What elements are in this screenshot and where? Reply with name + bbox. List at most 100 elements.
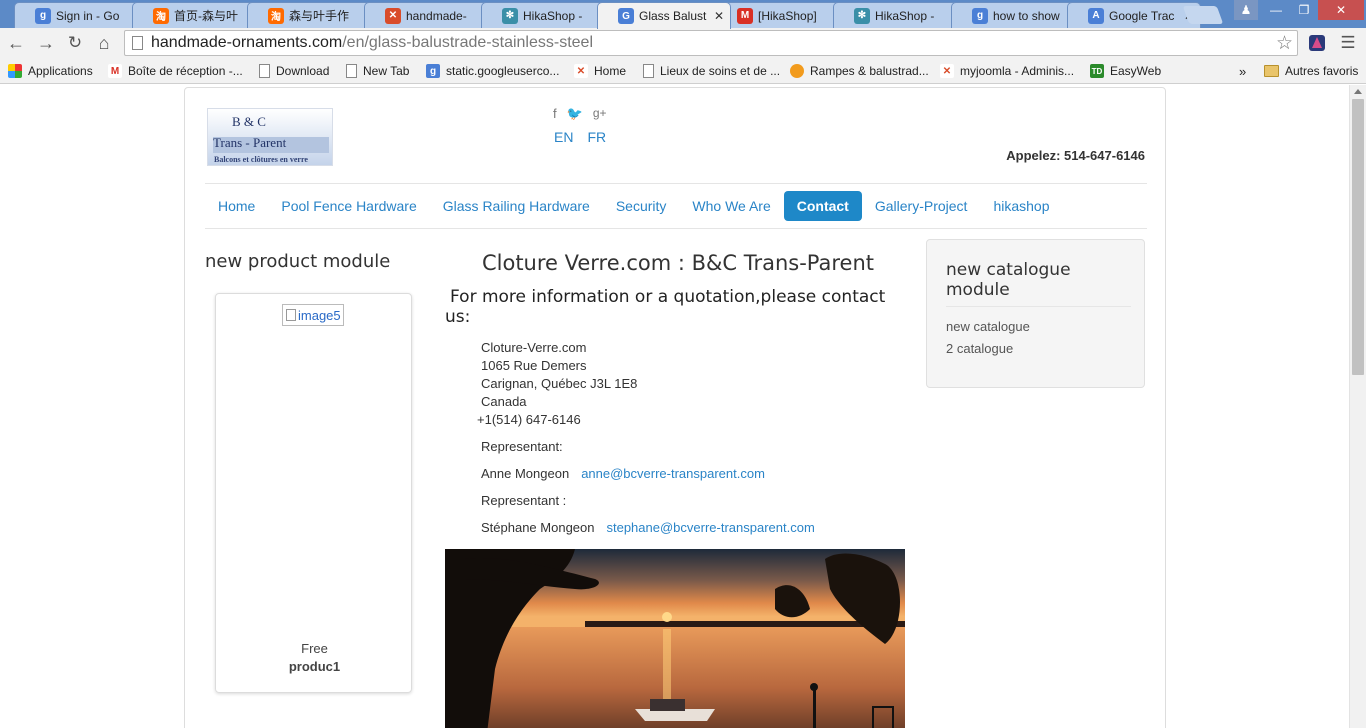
browser-tab[interactable]: 淘首页-森与叶✕ — [132, 2, 266, 28]
product-image-broken[interactable]: image5 — [282, 304, 344, 326]
new-tab-button[interactable] — [1182, 6, 1224, 24]
menu-item-glass-railing-hardware[interactable]: Glass Railing Hardware — [430, 191, 603, 221]
catalogue-item[interactable]: 2 catalogue — [946, 341, 1013, 356]
profile-icon[interactable]: ♟ — [1234, 0, 1258, 20]
menu-item-hikashop[interactable]: hikashop — [980, 191, 1062, 221]
browser-tab[interactable]: ✻HikaShop -✕ — [481, 2, 615, 28]
tab-strip: gSign in - Go✕淘首页-森与叶✕淘森与叶手作✕✕handmade-✕… — [0, 0, 1366, 29]
bookmark-item[interactable]: ✕ myjoomla - Adminis... — [940, 62, 1074, 80]
browser-tab[interactable]: gSign in - Go✕ — [14, 2, 148, 28]
logo-text-bottom: Trans - Parent — [213, 135, 287, 150]
tab-title: HikaShop - — [523, 8, 583, 23]
product-price: Free — [301, 641, 328, 656]
twitter-icon[interactable]: 🐦 — [567, 106, 583, 122]
other-bookmarks-folder[interactable]: Autres favoris — [1264, 62, 1358, 80]
tab-title: handmade- — [406, 8, 467, 23]
catalogue-item[interactable]: new catalogue — [946, 319, 1030, 334]
home-button[interactable]: ⌂ — [92, 31, 116, 55]
rep-label-1: Representant: — [481, 439, 563, 454]
menu-item-who-we-are[interactable]: Who We Are — [679, 191, 783, 221]
tab-title: [HikaShop] — [758, 8, 817, 23]
browser-tab[interactable]: ✻HikaShop -✕ — [833, 2, 967, 28]
bookmark-star-icon[interactable]: ☆ — [1276, 32, 1293, 55]
product-name[interactable]: produc1 — [216, 659, 413, 674]
google-plus-icon[interactable]: g+ — [593, 106, 607, 122]
browser-tab[interactable]: AGoogle Trac✕ — [1067, 2, 1201, 28]
lang-fr-link[interactable]: FR — [587, 129, 606, 145]
menu-item-contact[interactable]: Contact — [783, 191, 862, 221]
bookmarks-overflow-button[interactable]: » — [1239, 62, 1246, 80]
joomla-icon: ✕ — [385, 7, 401, 24]
maximize-button[interactable]: ❐ — [1290, 0, 1318, 20]
logo-text-top: B & C — [232, 114, 266, 129]
browser-tab[interactable]: ✕handmade-✕ — [364, 2, 498, 28]
rep-email-2-link[interactable]: stephane@bcverre-transparent.com — [606, 520, 814, 535]
close-window-button[interactable]: ✕ — [1318, 0, 1364, 20]
bookmark-item[interactable]: g static.googleuserco... — [426, 62, 559, 80]
bookmark-item[interactable]: Rampes & balustrad... — [790, 62, 929, 80]
menu-item-security[interactable]: Security — [603, 191, 680, 221]
site-icon — [790, 64, 804, 78]
browser-toolbar: ← → ↻ ⌂ handmade-ornaments.com/en/glass-… — [0, 28, 1366, 58]
address-block: Cloture-Verre.com 1065 Rue Demers Carign… — [477, 339, 637, 429]
address-bar[interactable]: handmade-ornaments.com/en/glass-balustra… — [124, 30, 1298, 56]
nav-divider-bottom — [205, 228, 1147, 229]
language-switcher: EN FR — [554, 129, 606, 145]
bookmark-label: Rampes & balustrad... — [810, 64, 929, 78]
google-icon: g — [972, 7, 988, 24]
other-bookmarks-label: Autres favoris — [1285, 64, 1359, 78]
hikashop-icon: ✻ — [502, 7, 518, 24]
rep-email-1-link[interactable]: anne@bcverre-transparent.com — [581, 466, 765, 481]
bookmark-label: EasyWeb — [1110, 64, 1162, 78]
browser-tab[interactable]: 淘森与叶手作✕ — [247, 2, 381, 28]
menu-item-pool-fence-hardware[interactable]: Pool Fence Hardware — [268, 191, 429, 221]
rep-name-1: Anne Mongeon — [481, 466, 570, 481]
folder-icon — [1264, 65, 1279, 77]
reload-button[interactable]: ↻ — [63, 31, 87, 55]
rep-contact-2: Stéphane Mongeon stephane@bcverre-transpa… — [481, 520, 815, 535]
address-line: Canada — [481, 394, 527, 409]
scrollbar-thumb[interactable] — [1352, 99, 1364, 375]
product-card[interactable]: image5 Free produc1 — [215, 293, 412, 693]
page-container: B & C Trans - Parent Balcons et clôtures… — [184, 87, 1166, 728]
lang-en-link[interactable]: EN — [554, 129, 573, 145]
bookmark-item[interactable]: M Boîte de réception -... — [108, 62, 243, 80]
header-phone: Appelez: 514-647-6146 — [1006, 148, 1145, 163]
bookmark-item[interactable]: ✕ Home — [574, 62, 626, 80]
minimize-button[interactable]: — — [1262, 0, 1290, 20]
browser-tab[interactable]: M [HikaShop] ✕ — [716, 2, 850, 28]
bookmark-item[interactable]: New Tab — [346, 62, 409, 80]
contact-intro: For more information or a quotation,plea… — [445, 287, 886, 327]
bookmark-label: myjoomla - Adminis... — [960, 64, 1075, 78]
menu-item-gallery-project[interactable]: Gallery-Project — [862, 191, 981, 221]
page-icon — [643, 64, 654, 78]
social-links: f 🐦 g+ — [553, 106, 607, 122]
browser-tab[interactable]: G Glass Balust ✕ — [597, 2, 731, 29]
page-icon — [259, 64, 270, 78]
back-button[interactable]: ← — [4, 31, 28, 55]
site-logo[interactable]: B & C Trans - Parent Balcons et clôtures… — [207, 108, 333, 166]
facebook-icon[interactable]: f — [553, 106, 557, 122]
menu-item-home[interactable]: Home — [205, 191, 268, 221]
page-icon — [132, 36, 143, 50]
bookmark-item[interactable]: Applications — [8, 62, 93, 80]
bookmark-item[interactable]: Download — [259, 62, 329, 80]
taobao-icon: 淘 — [268, 7, 284, 24]
address-line: Cloture-Verre.com — [481, 340, 587, 355]
address-line: 1065 Rue Demers — [481, 358, 587, 373]
scroll-up-arrow-icon[interactable] — [1354, 89, 1362, 94]
google-icon: G — [618, 8, 634, 24]
page-viewport: B & C Trans - Parent Balcons et clôtures… — [0, 85, 1349, 728]
menu-icon[interactable]: ☰ — [1336, 31, 1360, 55]
browser-tab[interactable]: ghow to show✕ — [951, 2, 1085, 28]
translate-icon: A — [1088, 7, 1104, 24]
bookmark-item[interactable]: Lieux de soins et de ... — [643, 62, 780, 80]
close-tab-icon[interactable]: ✕ — [714, 9, 724, 23]
forward-button[interactable]: → — [34, 31, 58, 55]
extension-icon[interactable] — [1305, 31, 1329, 55]
tab-title: 森与叶手作 — [289, 9, 350, 23]
bookmarks-bar: Applications M Boîte de réception -... Down… — [0, 58, 1366, 84]
bookmark-item[interactable]: TD EasyWeb — [1090, 62, 1161, 80]
vertical-scrollbar[interactable] — [1349, 85, 1366, 728]
tab-title: how to show — [993, 8, 1060, 23]
